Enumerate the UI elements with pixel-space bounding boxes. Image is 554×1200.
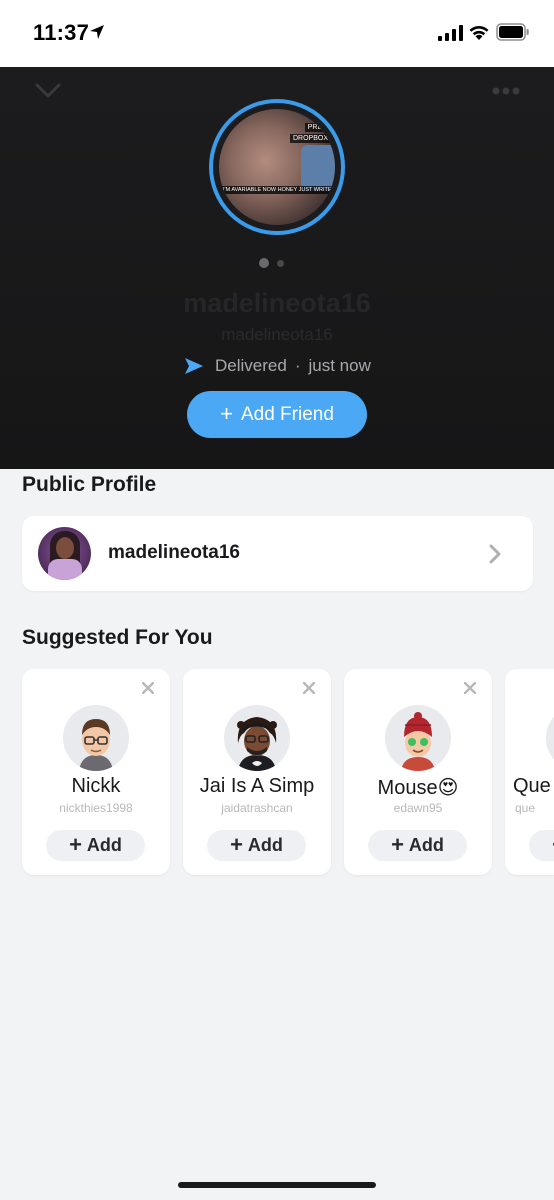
suggested-name: Jai Is A Simp [199, 775, 315, 797]
page-indicator [257, 257, 293, 269]
public-profile-card[interactable]: madelineota16 [22, 516, 533, 591]
suggested-title: Suggested For You [22, 626, 213, 649]
avatar-body [48, 559, 82, 580]
bitmoji-avatar-icon [385, 705, 451, 771]
bitmoji-avatar-icon [546, 705, 554, 771]
more-options-icon[interactable] [492, 86, 520, 96]
close-icon[interactable] [142, 682, 154, 694]
suggested-card[interactable]: Nickk nickthies1998 + Add [22, 669, 170, 875]
bitmoji-avatar-icon [224, 705, 290, 771]
plus-icon: + [230, 831, 243, 857]
bitmoji-avatar-icon [63, 705, 129, 771]
chevron-down-icon[interactable] [35, 83, 61, 99]
plus-icon: + [391, 831, 404, 857]
add-button[interactable]: + Add [46, 830, 145, 861]
suggested-card[interactable]: Jai Is A Simp jaidatrashcan + Add [183, 669, 331, 875]
status-time: 11:37 [33, 20, 90, 45]
page-dot [277, 260, 284, 267]
profile-display-name: madelineota16 [183, 288, 371, 318]
wifi-icon [469, 26, 489, 40]
suggested-username: jaidatrashcan [221, 801, 293, 815]
story-caption-text: I'M AVARIABLE NOW HONEY JUST WRITE ME [221, 186, 333, 194]
add-button[interactable]: + Add [368, 830, 467, 861]
page-dot-active [259, 258, 269, 268]
add-label: Add [408, 835, 444, 855]
public-profile-title: Public Profile [22, 473, 157, 496]
suggested-name: Nickk [71, 775, 121, 797]
home-indicator[interactable] [178, 1182, 376, 1188]
location-arrow-icon [90, 25, 104, 39]
delivery-time: just now [308, 356, 371, 375]
add-button[interactable]: + Add [207, 830, 306, 861]
suggested-username: nickthies1998 [59, 801, 133, 815]
suggested-card[interactable]: Mouse😍 edawn95 + Add [344, 669, 492, 875]
chevron-right-icon [489, 544, 501, 564]
delivery-status: Delivered · just now [185, 355, 371, 377]
cellular-signal-icon [438, 25, 463, 41]
status-bar: 11:37 [0, 0, 554, 67]
public-profile-avatar [38, 527, 91, 580]
story-thumbnail: PREM DROPBOX I'M AVARIABLE NOW HONEY JUS… [219, 109, 335, 225]
profile-username: madelineota16 [221, 325, 333, 344]
separator-dot: · [294, 356, 301, 375]
delivery-status-text: Delivered [215, 356, 287, 375]
add-button[interactable]: + Add [529, 830, 554, 861]
avatar-face [56, 537, 74, 559]
story-overlay-text: DROPBOX [289, 134, 331, 143]
story-avatar[interactable]: PREM DROPBOX I'M AVARIABLE NOW HONEY JUS… [209, 99, 345, 235]
close-icon[interactable] [303, 682, 315, 694]
plus-icon: + [220, 400, 233, 426]
story-overlay-text: PREM [304, 123, 331, 132]
thumbnail-detail [301, 145, 335, 191]
add-label: Add [247, 835, 283, 855]
add-friend-button[interactable]: + Add Friend [187, 391, 367, 438]
suggested-username: que [515, 801, 536, 815]
suggested-name: Mouse😍 [377, 777, 459, 799]
send-arrow-icon [185, 358, 203, 374]
suggested-card[interactable]: Que que + Add [505, 669, 554, 875]
add-friend-label: Add Friend [240, 403, 334, 425]
suggested-name: Que [513, 775, 551, 797]
plus-icon: + [69, 831, 82, 857]
public-profile-name: madelineota16 [108, 542, 240, 563]
close-icon[interactable] [464, 682, 476, 694]
battery-icon [496, 23, 529, 41]
add-label: Add [86, 835, 122, 855]
suggested-username: edawn95 [393, 801, 443, 815]
